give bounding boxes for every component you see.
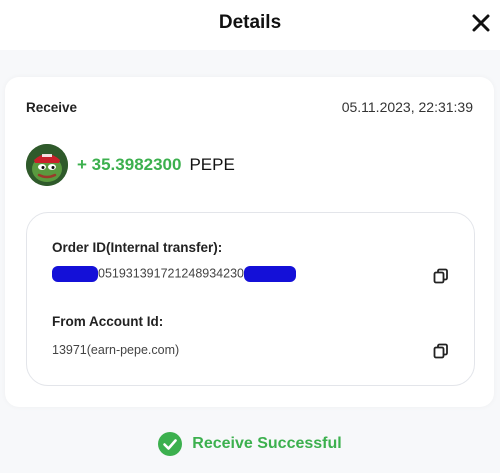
copy-icon (433, 268, 448, 284)
close-icon (472, 14, 490, 32)
copy-account-id-button[interactable] (433, 343, 449, 359)
details-box: Order ID(Internal transfer): 05193139172… (26, 212, 475, 386)
transaction-type: Receive (26, 100, 78, 115)
from-account-value: 13971(earn-pepe.com) (52, 343, 180, 357)
order-id-value-row: 051931391721248934230 (52, 266, 296, 282)
page-title: Details (218, 12, 282, 33)
amount-row: + 35.3982300 PEPE (77, 155, 235, 175)
received-amount: + 35.3982300 (77, 155, 182, 174)
transaction-card: Receive 05.11.2023, 22:31:39 + 35.398230… (5, 77, 494, 407)
copy-order-id-button[interactable] (433, 268, 449, 284)
redaction-mark (52, 266, 98, 282)
status-text: Receive Successful (192, 435, 342, 452)
transaction-datetime: 05.11.2023, 22:31:39 (341, 99, 473, 115)
currency-symbol: PEPE (189, 155, 235, 174)
from-account-label: From Account Id: (52, 314, 164, 329)
header-bar: Details (0, 0, 500, 50)
check-circle-icon (158, 432, 183, 456)
status-row: Receive Successful (0, 432, 500, 456)
close-button[interactable] (470, 12, 492, 34)
order-id-label: Order ID(Internal transfer): (52, 240, 223, 255)
pepe-icon (26, 144, 68, 186)
redaction-mark (244, 266, 296, 282)
order-id-value: 051931391721248934230 (98, 266, 244, 281)
copy-icon (433, 343, 448, 359)
pepe-token-avatar (26, 144, 68, 186)
